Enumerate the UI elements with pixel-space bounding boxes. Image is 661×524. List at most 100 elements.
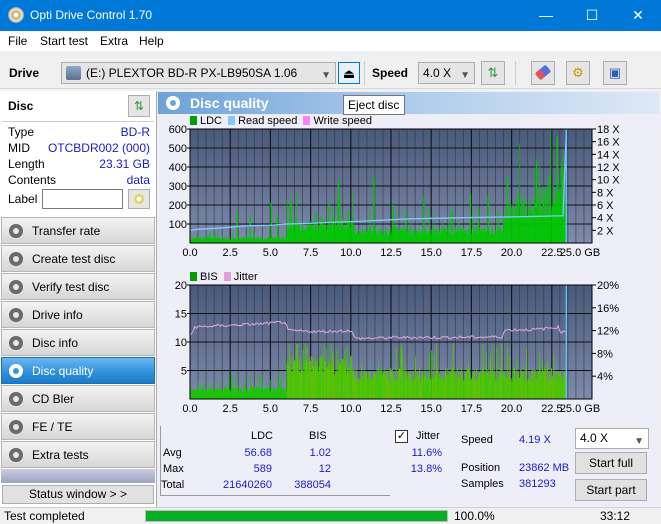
ldc-bar [312,225,313,243]
ldc-bar [283,239,284,243]
nav-fe-te[interactable]: FE / TE [1,413,155,440]
bis-bar [467,369,469,399]
disc-label-input[interactable] [42,189,123,209]
ldc-bar [504,208,506,243]
close-button[interactable]: ✕ [615,0,661,31]
disc-label-label: Label [8,192,38,206]
bis-bar [433,353,435,399]
ldc-bar [552,184,554,243]
nav-extra-tests[interactable]: Extra tests [1,441,155,468]
ldc-bar [308,226,310,243]
bis-bar [528,379,530,399]
samples-label: Samples [461,478,504,490]
eject-button[interactable]: ⏏ [338,62,360,84]
bis-bar [235,391,237,399]
nav-transfer-rate[interactable]: Transfer rate [1,217,155,244]
bis-bar [542,359,544,399]
start-part-button[interactable]: Start part [575,479,647,501]
menu-file[interactable]: File [8,34,27,48]
ldc-bar [376,234,378,243]
bis-bar [483,374,485,399]
bis-bar [516,358,518,399]
ldc-bar [486,230,488,243]
status-window-button[interactable]: Status window > > [2,485,154,504]
erase-button[interactable] [531,61,555,85]
ldc-bar [354,232,355,243]
bis-bar [224,386,226,399]
ldc-bar [429,207,430,243]
bis-bar [427,380,429,399]
bis-bar [424,370,426,399]
ldc-bar [417,230,418,243]
maximize-button[interactable]: ☐ [569,0,615,31]
menu-extra[interactable]: Extra [100,34,128,48]
bis-bar [378,362,380,399]
ldc-bar [384,227,386,243]
bis-bar [468,368,470,399]
ldc-bar [359,234,361,243]
bis-bar [390,368,392,399]
minimize-button[interactable]: — [523,0,569,31]
ldc-bar [215,238,217,243]
jitter-checkbox[interactable]: ✓ [395,430,408,443]
nav-drive-info[interactable]: Drive info [1,301,155,328]
menu-help[interactable]: Help [139,34,164,48]
bis-bar [373,374,375,399]
drive-select[interactable]: (E:) PLEXTOR BD-R PX-LB950SA 1.06 ▼ [61,62,336,84]
settings-button[interactable]: ⚙ [566,61,590,85]
ldc-bar [289,228,290,243]
disc-refresh-button[interactable]: ⇅ [128,95,150,117]
menu-start-test[interactable]: Start test [40,34,88,48]
bis-bar [496,347,498,399]
nav-cd-bler[interactable]: CD Bler [1,385,155,412]
ldc-bar [411,232,413,243]
bis-bar [476,369,478,399]
bis-bar [495,380,497,399]
ldc-bar [364,233,366,243]
bis-bar [473,369,475,399]
ldc-bar [510,203,512,243]
ldc-bar [280,239,282,243]
ldc-bar [560,160,562,243]
nav-disc-quality[interactable]: Disc quality [1,357,155,384]
ldc-bar [217,237,218,243]
refresh-drive-button[interactable]: ⇅ [481,61,505,85]
bis-bar [386,371,388,399]
bis-bar [291,374,293,399]
ldc-bar [512,221,514,243]
bis-bar [456,367,458,399]
ldc-bar [295,221,297,243]
nav-verify-test-disc[interactable]: Verify test disc [1,273,155,300]
ldc-bar [533,217,535,243]
ldc-bar [334,227,335,243]
bis-bar [563,371,565,399]
ldc-bar [388,234,389,243]
bis-bar [209,387,211,399]
bis-bar [519,377,521,399]
disc-length-label: Length [8,157,45,171]
ldc-bar [454,232,456,243]
disc-nav-icon [9,308,23,322]
bis-bar [255,386,257,399]
speed-select[interactable]: 4.0 X ▼ [418,62,475,84]
ldc-bar [228,238,230,243]
nav-label: Extra tests [32,448,89,462]
nav-create-test-disc[interactable]: Create test disc [1,245,155,272]
bis-bar [540,375,542,399]
bis-bar [536,373,538,399]
ldc-bar [287,228,288,243]
ldc-bar [276,237,277,243]
save-button[interactable]: ▣ [603,61,627,85]
disc-label-button[interactable] [128,189,150,209]
ldc-bar [239,238,241,243]
ldc-bar [252,239,254,243]
bis-bar [442,379,444,399]
nav-disc-info[interactable]: Disc info [1,329,155,356]
ldc-bar [379,229,380,243]
bis-bar [539,367,541,399]
bis-bar [358,378,359,399]
bis-bar [411,381,412,399]
test-speed-select[interactable]: 4.0 X ▼ [575,428,649,449]
ldc-peak-bar [249,214,251,243]
start-full-button[interactable]: Start full [575,452,647,474]
